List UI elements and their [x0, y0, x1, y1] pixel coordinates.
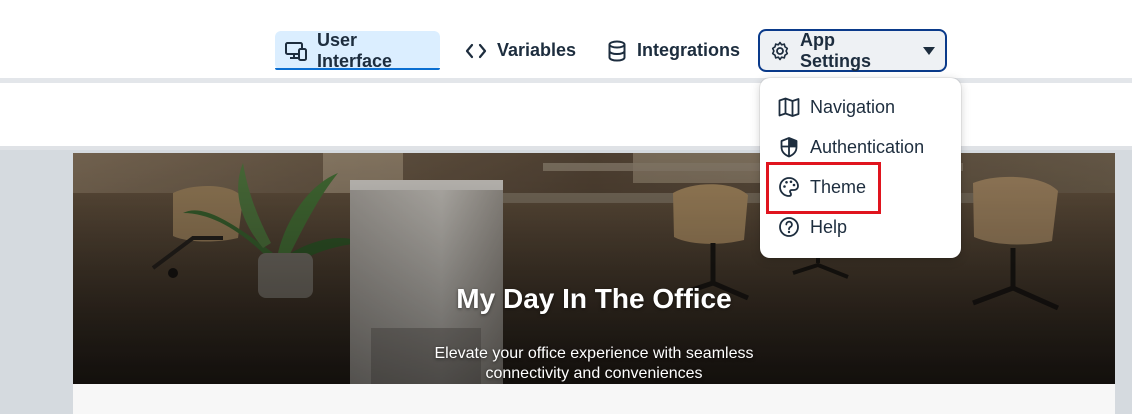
code-brackets-icon	[465, 43, 487, 58]
menu-item-authentication[interactable]: Authentication	[778, 133, 924, 161]
tab-label: Integrations	[637, 40, 741, 60]
monitor-phone-icon	[285, 41, 307, 61]
tab-user-interface[interactable]: User Interface	[275, 29, 440, 71]
gear-icon	[771, 41, 789, 60]
menu-item-label: Navigation	[810, 96, 896, 117]
toolbar-area	[0, 83, 1132, 146]
content-area	[73, 384, 1115, 414]
help-circle-icon	[779, 217, 799, 237]
menu-item-navigation[interactable]: Navigation	[778, 93, 895, 121]
tab-label: App Settings	[800, 29, 872, 71]
caret-down-icon	[923, 46, 935, 55]
tab-integrations[interactable]: Integrations	[597, 31, 747, 70]
shield-icon	[780, 137, 798, 158]
tab-label: Variables	[497, 40, 577, 60]
hero-subtitle: Elevate your office experience with seam…	[434, 345, 754, 382]
tab-variables[interactable]: Variables	[455, 31, 583, 70]
menu-item-label: Authentication	[810, 136, 925, 157]
database-icon	[608, 40, 626, 62]
menu-item-help[interactable]: Help	[778, 213, 847, 241]
menu-item-label: Help	[810, 216, 848, 237]
top-navigation: User Interface Variables Integrations Ap…	[0, 0, 1132, 78]
tab-label: User Interface	[317, 29, 393, 71]
hero-title: My Day In The Office	[456, 283, 732, 314]
map-icon	[778, 97, 800, 117]
tab-app-settings[interactable]: App Settings	[758, 29, 947, 72]
theme-highlight-box	[766, 162, 881, 214]
